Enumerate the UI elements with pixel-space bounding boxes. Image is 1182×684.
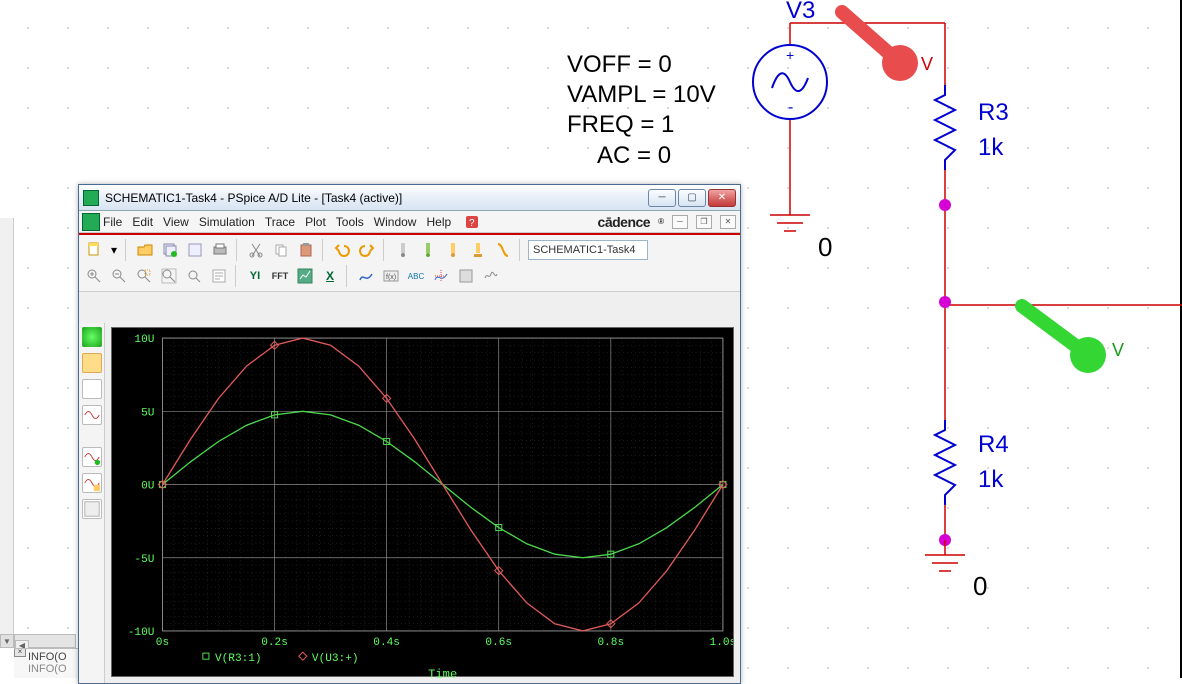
copy-icon[interactable]	[270, 239, 292, 261]
add-trace-icon[interactable]	[355, 265, 377, 287]
document-field[interactable]	[528, 240, 648, 260]
perf-icon[interactable]	[294, 265, 316, 287]
log-icon[interactable]	[208, 265, 230, 287]
wave3-icon[interactable]	[82, 473, 102, 493]
yaxis-icon[interactable]: YI	[244, 265, 266, 287]
xaxis-icon[interactable]: X	[319, 265, 341, 287]
eval-icon[interactable]: f(x)	[380, 265, 402, 287]
vertical-scrollbar[interactable]: ▼	[0, 218, 14, 648]
waveform-plot[interactable]: 10U 5U 0U -5U -10U0s 0.2s 0.4s 0.6s 0.8s 1.0s V(R3…	[111, 327, 734, 677]
abc-icon[interactable]: ABC	[405, 265, 427, 287]
options-icon[interactable]	[480, 265, 502, 287]
zoom-out-icon[interactable]	[108, 265, 130, 287]
minimize-button[interactable]: ─	[648, 189, 676, 207]
svg-text:0.2s: 0.2s	[261, 637, 288, 649]
menu-trace[interactable]: Trace	[265, 215, 295, 229]
pspice-window[interactable]: SCHEMATIC1-Task4 - PSpice A/D Lite - [Ta…	[78, 184, 741, 684]
maximize-button[interactable]: ▢	[678, 189, 706, 207]
window-title: SCHEMATIC1-Task4 - PSpice A/D Lite - [Ta…	[105, 191, 648, 205]
print-icon[interactable]	[209, 239, 231, 261]
zoom-area-icon[interactable]	[133, 265, 155, 287]
app-icon	[83, 190, 99, 206]
new-doc-icon[interactable]	[83, 239, 105, 261]
marker2-icon[interactable]	[417, 239, 439, 261]
cut-icon[interactable]	[245, 239, 267, 261]
menu-file[interactable]: File	[103, 215, 122, 229]
page-icon[interactable]	[82, 379, 102, 399]
svg-text:f(x): f(x)	[386, 274, 396, 281]
cursor2-icon[interactable]	[455, 265, 477, 287]
menubar: File Edit View Simulation Trace Plot Too…	[79, 211, 740, 233]
svg-text:0.4s: 0.4s	[373, 637, 400, 649]
dropdown-icon[interactable]: ▾	[108, 239, 120, 261]
close-icon[interactable]: ×	[14, 648, 26, 657]
titlebar[interactable]: SCHEMATIC1-Task4 - PSpice A/D Lite - [Ta…	[79, 185, 740, 211]
zoom-all-icon[interactable]	[183, 265, 205, 287]
svg-text:?: ?	[469, 218, 475, 229]
zoom-in-icon[interactable]	[83, 265, 105, 287]
undo-icon[interactable]	[331, 239, 353, 261]
menu-window[interactable]: Window	[374, 215, 417, 229]
save-icon[interactable]	[184, 239, 206, 261]
mdi-restore-button[interactable]: ❐	[696, 215, 712, 229]
horizontal-scrollbar[interactable]: ◀	[14, 634, 76, 648]
svg-text:0U: 0U	[141, 481, 154, 493]
save-multi-icon[interactable]	[159, 239, 181, 261]
svg-text:1.0s: 1.0s	[710, 637, 733, 649]
marker3-icon[interactable]	[442, 239, 464, 261]
cursor-icon[interactable]	[430, 265, 452, 287]
wave2-icon[interactable]	[82, 447, 102, 467]
menu-help[interactable]: Help	[426, 215, 451, 229]
wave1-icon[interactable]	[82, 405, 102, 425]
doc-icon	[82, 213, 100, 231]
svg-text:5U: 5U	[141, 407, 154, 419]
info-panel: × INFO(O INFO(O	[14, 648, 84, 678]
svg-text:V(R3:1): V(R3:1)	[215, 653, 262, 665]
menu-simulation[interactable]: Simulation	[199, 215, 255, 229]
run-icon[interactable]	[492, 239, 514, 261]
menu-view[interactable]: View	[163, 215, 189, 229]
brand-logo: cādence	[598, 214, 651, 230]
menu-edit[interactable]: Edit	[132, 215, 153, 229]
svg-text:-5U: -5U	[134, 554, 154, 566]
toolbars: ▾	[79, 235, 740, 292]
marker1-icon[interactable]	[392, 239, 414, 261]
notes-icon[interactable]	[82, 353, 102, 373]
mdi-close-button[interactable]: ✕	[720, 215, 736, 229]
open-icon[interactable]	[134, 239, 156, 261]
help-icon[interactable]: ?	[461, 211, 483, 233]
close-button[interactable]: ✕	[708, 189, 736, 207]
probe-green-icon[interactable]	[82, 327, 102, 347]
info-line: INFO(O	[14, 663, 83, 675]
wave4-icon[interactable]	[82, 499, 102, 519]
paste-icon[interactable]	[295, 239, 317, 261]
svg-text:0.8s: 0.8s	[597, 637, 624, 649]
svg-text:10U: 10U	[134, 334, 154, 346]
svg-text:Time: Time	[428, 667, 457, 681]
redo-icon[interactable]	[356, 239, 378, 261]
menu-tools[interactable]: Tools	[336, 215, 364, 229]
menu-plot[interactable]: Plot	[305, 215, 326, 229]
svg-text:0s: 0s	[156, 637, 169, 649]
side-toolbar	[79, 323, 105, 683]
svg-text:-10U: -10U	[128, 627, 155, 639]
mdi-minimize-button[interactable]: ─	[672, 215, 688, 229]
fft-icon[interactable]: FFT	[269, 265, 291, 287]
svg-text:0.6s: 0.6s	[485, 637, 512, 649]
marker4-icon[interactable]	[467, 239, 489, 261]
svg-text:V(U3:+): V(U3:+)	[312, 653, 359, 665]
zoom-fit-icon[interactable]	[158, 265, 180, 287]
